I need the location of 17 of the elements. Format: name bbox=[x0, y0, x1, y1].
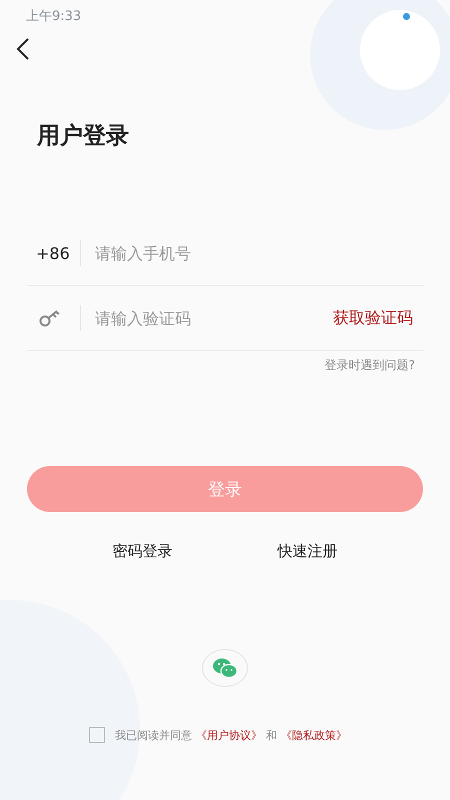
code-input-field[interactable]: 请输入验证码 bbox=[93, 308, 333, 328]
conjunction-text: 和 bbox=[266, 728, 277, 742]
key-icon bbox=[39, 309, 61, 327]
agreement-checkbox[interactable] bbox=[89, 727, 105, 743]
back-icon[interactable] bbox=[16, 38, 30, 60]
country-code[interactable]: +86 bbox=[27, 244, 80, 262]
user-agreement-link[interactable]: 《用户协议》 bbox=[196, 728, 262, 742]
privacy-policy-link[interactable]: 《隐私政策》 bbox=[281, 728, 347, 742]
alt-login-link[interactable]: 密码登录 bbox=[112, 542, 172, 561]
status-time: 上午9:33 bbox=[26, 8, 82, 25]
get-code-button[interactable]: 获取验证码 bbox=[333, 308, 423, 328]
page-title: 用户登录 bbox=[37, 122, 130, 151]
chat-bubbles-icon bbox=[212, 658, 238, 678]
alt-login-link[interactable]: 快速注册 bbox=[278, 542, 338, 561]
phone-input-field[interactable]: 请输入手机号 bbox=[93, 242, 423, 264]
agreement-text: 我已阅读并同意 bbox=[115, 728, 192, 742]
wechat-login-button[interactable] bbox=[202, 649, 248, 687]
